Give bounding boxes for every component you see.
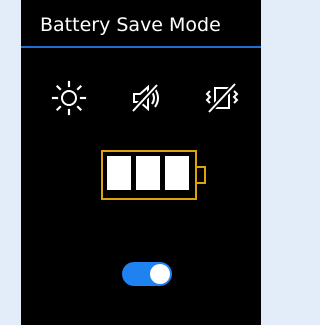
page-title: Battery Save Mode xyxy=(40,14,221,36)
vibration-off-icon[interactable] xyxy=(204,80,240,116)
battery-cell xyxy=(107,156,131,190)
sound-off-icon[interactable] xyxy=(128,80,164,116)
header-divider xyxy=(21,46,261,48)
battery-save-toggle[interactable] xyxy=(122,262,172,286)
brightness-icon[interactable] xyxy=(51,80,87,116)
battery-cell xyxy=(136,156,160,190)
toggle-knob xyxy=(150,264,170,284)
battery-terminal xyxy=(197,166,206,184)
battery-cell xyxy=(165,156,189,190)
device-screen: Battery Save Mode xyxy=(21,0,261,325)
battery-indicator xyxy=(101,150,206,200)
